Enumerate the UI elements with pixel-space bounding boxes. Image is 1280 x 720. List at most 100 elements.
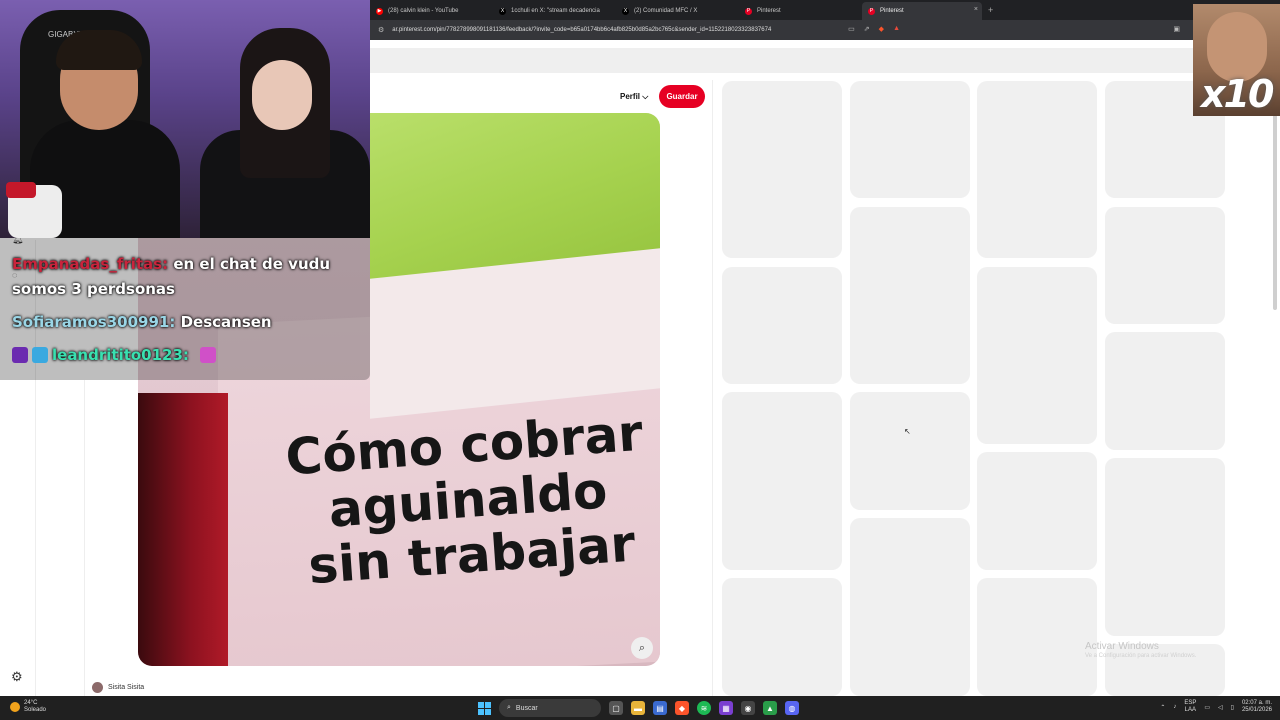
loading-placeholder: [977, 452, 1097, 570]
browser-tab-youtube[interactable]: ▶ (28) calvin klein - YouTube: [370, 2, 493, 20]
spotify-icon[interactable]: ≋: [697, 701, 711, 715]
language-indicator[interactable]: ESP LAA: [1184, 700, 1196, 714]
loading-placeholder: [850, 392, 970, 510]
browser-tab-pinterest-active[interactable]: P Pinterest ×: [862, 2, 982, 20]
loading-placeholder: [722, 81, 842, 258]
author-name: Sisita Sisita: [108, 684, 145, 691]
multiplier-text: x10: [1201, 72, 1274, 116]
clock[interactable]: 02:07 a. m. 25/01/2026: [1242, 700, 1272, 714]
youtube-icon: ▶: [376, 7, 383, 15]
pinterest-icon: P: [745, 7, 752, 15]
new-tab-button[interactable]: +: [988, 5, 993, 15]
mouse-cursor-icon: ↖: [904, 427, 911, 436]
chevron-up-icon[interactable]: ⌃: [1160, 704, 1165, 711]
twitch-icon[interactable]: ▦: [719, 701, 733, 715]
lang-bottom: LAA: [1184, 707, 1197, 713]
microphone-icon[interactable]: ♪: [1173, 704, 1176, 710]
tab-label: (2) Comunidad MFC / X: [634, 8, 698, 14]
chat-message: Empanadas_fritas: en el chat de vudu som…: [12, 252, 358, 302]
watermark-title: Activar Windows: [1085, 641, 1159, 652]
loading-placeholder: [1105, 332, 1225, 450]
brave-shield-icon[interactable]: ◆: [879, 25, 884, 33]
loading-placeholder: [977, 578, 1097, 696]
guest-face: [252, 60, 312, 130]
loading-placeholder: [850, 81, 970, 198]
search-label: Buscar: [515, 704, 538, 712]
close-tab-icon[interactable]: ×: [974, 6, 978, 13]
stream-chat-overlay: Empanadas_fritas: en el chat de vudu som…: [0, 238, 370, 380]
loading-placeholder: [1105, 207, 1225, 324]
windows-start-icon[interactable]: [478, 701, 491, 715]
sun-icon: [10, 702, 20, 712]
sidebar-toggle-icon[interactable]: ▣: [1173, 25, 1180, 33]
address-actions: ▭ ⇗ ◆ ▲: [848, 25, 900, 33]
loading-placeholder: [722, 578, 842, 696]
tab-label: (28) calvin klein - YouTube: [388, 8, 459, 14]
chat-message: leandritito0123:: [12, 343, 358, 368]
activate-windows-watermark: Activar Windows Ve a Configuración para …: [1085, 641, 1196, 659]
battery-icon[interactable]: ▯: [1231, 704, 1234, 711]
loading-placeholder: [977, 81, 1097, 258]
weather-widget[interactable]: 24°C Soleado: [10, 700, 46, 714]
loading-placeholder: [722, 392, 842, 570]
x-icon: X: [499, 7, 506, 15]
streamer-hair: [56, 30, 142, 70]
brave-rewards-icon[interactable]: ▲: [893, 25, 900, 33]
share-icon[interactable]: ⇗: [864, 25, 870, 33]
lang-top: ESP: [1184, 700, 1197, 706]
cup-lid: [6, 182, 36, 198]
chat-username: Empanadas_fritas:: [12, 255, 169, 273]
pin-author[interactable]: Sisita Sisita: [92, 682, 144, 693]
date: 25/01/2026: [1241, 707, 1272, 713]
volume-icon[interactable]: ◁: [1218, 704, 1223, 711]
search-icon: ⌕: [507, 704, 511, 711]
loading-placeholder: [977, 267, 1097, 444]
taskbar-apps: ⌕ Buscar ▢ ▬ ▤ ◆ ≋ ▦ ◉ ▲ ◍: [478, 699, 799, 717]
browser-tab-x-community[interactable]: X (2) Comunidad MFC / X: [616, 2, 739, 20]
browser-tab-bar: ▶ (28) calvin klein - YouTube X 1cchuli …: [370, 0, 1280, 20]
badge-icon: [12, 347, 28, 363]
site-info-icon[interactable]: ⚙: [378, 26, 384, 34]
chat-username: leandritito0123:: [52, 346, 189, 364]
time: 02:07 a. m.: [1241, 700, 1272, 706]
avatar: [92, 682, 103, 693]
profile-dropdown[interactable]: Perfil ⌵: [620, 92, 648, 102]
save-button[interactable]: Guardar: [659, 85, 705, 108]
taskbar-search[interactable]: ⌕ Buscar: [499, 699, 601, 717]
system-tray: ⌃ ♪ ESP LAA ▭ ◁ ▯ 02:07 a. m. 25/01/2026: [1160, 700, 1272, 714]
watermark-subtitle: Ve a Configuración para activar Windows.: [1085, 653, 1197, 659]
cast-icon[interactable]: ▭: [848, 25, 855, 33]
browser-tab-pinterest[interactable]: P Pinterest: [739, 2, 862, 20]
cube-badge-icon: [32, 347, 48, 363]
divider: [84, 380, 85, 696]
emote-icon: [200, 347, 217, 363]
network-icon[interactable]: ▭: [1204, 704, 1210, 711]
pinterest-icon: P: [868, 7, 875, 15]
chat-message: Sofiaramos300991: Descansen: [12, 310, 358, 335]
url-field[interactable]: ar.pinterest.com/pin/778278998091181136/…: [392, 27, 771, 33]
address-bar: ⚙ ar.pinterest.com/pin/77827899809118113…: [370, 20, 1280, 40]
browser-tab-x-post[interactable]: X 1cchuli en X: "stream decadencia: [493, 2, 616, 20]
loading-placeholder: [1105, 458, 1225, 636]
obs-icon[interactable]: ◉: [741, 701, 755, 715]
settings-gear-icon[interactable]: ⚙: [11, 669, 23, 685]
file-explorer-icon[interactable]: ▬: [631, 701, 645, 715]
x-icon: X: [622, 7, 629, 15]
loading-placeholder: [850, 207, 970, 384]
brave-icon[interactable]: ◆: [675, 701, 689, 715]
profile-label: Perfil: [620, 92, 641, 101]
notepad-icon[interactable]: ▤: [653, 701, 667, 715]
android-icon[interactable]: ▲: [763, 701, 777, 715]
webcam-overlay: GIGABYTE: [0, 0, 370, 238]
tab-label: Pinterest: [880, 8, 904, 14]
tab-label: 1cchuli en X: "stream decadencia: [511, 8, 600, 14]
book-title: Cómo cobrar aguinaldo sin trabajar: [273, 404, 660, 596]
book-spine: [138, 393, 228, 666]
task-view-icon[interactable]: ▢: [609, 701, 623, 715]
discord-icon[interactable]: ◍: [785, 701, 799, 715]
windows-taskbar: 24°C Soleado ⌕ Buscar ▢ ▬ ▤ ◆ ≋ ▦ ◉ ▲ ◍ …: [0, 696, 1280, 720]
meme-overlay: x10: [1193, 4, 1280, 116]
loading-placeholder: [850, 518, 970, 696]
visual-search-icon[interactable]: ⌕: [631, 637, 653, 659]
pinterest-header-band: [370, 48, 1280, 73]
